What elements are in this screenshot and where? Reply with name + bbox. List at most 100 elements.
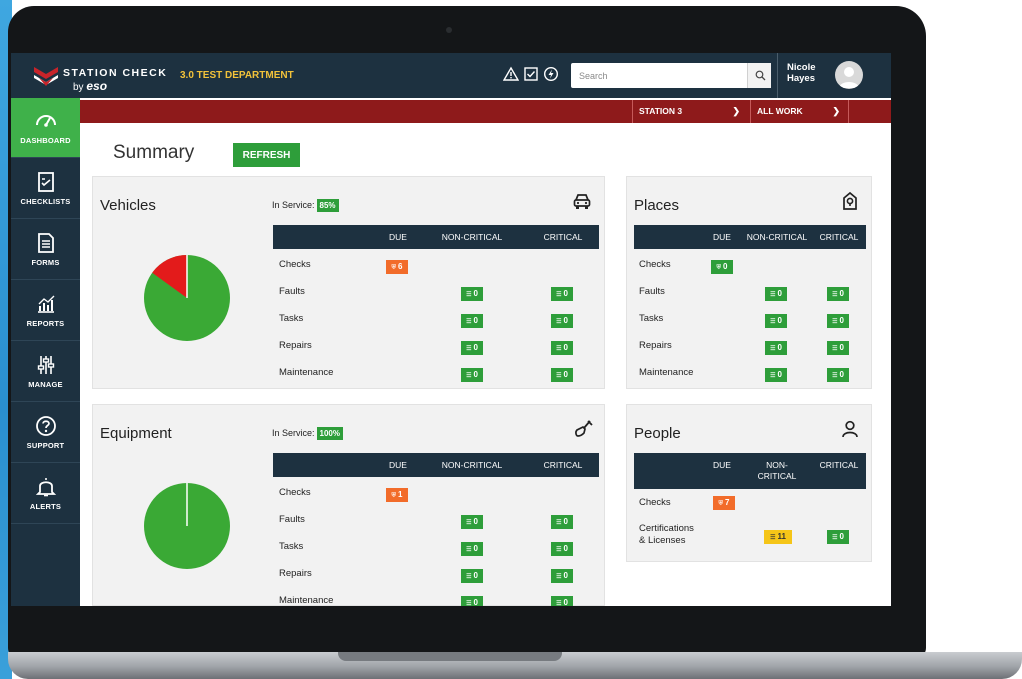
- work-dropdown[interactable]: ALL WORK ❯: [750, 100, 848, 123]
- non-critical-badge[interactable]: ☰ 0: [461, 341, 483, 355]
- non-critical-badge[interactable]: ☰ 0: [765, 341, 787, 355]
- equipment-table-header: DUE NON-CRITICAL CRITICAL: [273, 453, 599, 477]
- due-badge[interactable]: ⛨ 6: [386, 260, 408, 274]
- user-last-name: Hayes: [787, 73, 815, 84]
- badge-count: 0: [473, 370, 478, 379]
- search-input[interactable]: [571, 63, 747, 88]
- badge-count: 0: [563, 289, 568, 298]
- in-service-label: In Service:: [272, 428, 315, 438]
- badge-count: 0: [563, 544, 568, 553]
- sidebar-item-dashboard[interactable]: DASHBOARD: [11, 98, 80, 158]
- vehicles-pie-chart: [144, 255, 230, 341]
- list-icon: ☰: [556, 574, 562, 580]
- critical-badge[interactable]: ☰ 0: [827, 530, 849, 544]
- row-label: Repairs: [639, 340, 672, 351]
- list-icon: ☰: [556, 292, 562, 298]
- badge-count: 0: [777, 343, 782, 352]
- badge-count: 0: [777, 289, 782, 298]
- in-service-badge: 100%: [316, 427, 343, 440]
- places-table-header: DUE NON-CRITICAL CRITICAL: [634, 225, 866, 249]
- list-icon: ☰: [466, 601, 472, 606]
- critical-badge[interactable]: ☰ 0: [551, 341, 573, 355]
- work-dropdown-value: ALL WORK: [757, 106, 803, 116]
- department-name[interactable]: 3.0 TEST DEPARTMENT: [180, 70, 294, 81]
- sidebar-item-label: ALERTS: [29, 502, 62, 511]
- critical-badge[interactable]: ☰ 0: [551, 596, 573, 606]
- badge-count: 0: [839, 370, 844, 379]
- col-non-critical: NON-CRITICAL: [746, 232, 808, 242]
- non-critical-badge[interactable]: ☰ 0: [461, 569, 483, 583]
- critical-badge[interactable]: ☰ 0: [551, 314, 573, 328]
- row-label-line-1: Certifications: [639, 523, 694, 534]
- avatar[interactable]: [835, 61, 863, 89]
- critical-badge[interactable]: ☰ 0: [551, 287, 573, 301]
- row-label: Checks: [639, 497, 671, 508]
- critical-badge[interactable]: ☰ 0: [551, 542, 573, 556]
- col-non-critical-line-2: CRITICAL: [757, 471, 797, 481]
- bolt-icon[interactable]: [543, 66, 559, 82]
- non-critical-badge[interactable]: ☰ 0: [461, 542, 483, 556]
- warning-icon[interactable]: [503, 66, 519, 82]
- critical-badge[interactable]: ☰ 0: [827, 314, 849, 328]
- badge-count: 0: [839, 289, 844, 298]
- badge-count: 0: [563, 598, 568, 606]
- list-icon: ☰: [466, 547, 472, 553]
- map-pin-icon: [843, 191, 857, 210]
- non-critical-badge[interactable]: ☰ 0: [461, 314, 483, 328]
- row-label: Tasks: [639, 313, 664, 324]
- sidebar-item-label: REPORTS: [26, 319, 65, 328]
- sidebar-item-manage[interactable]: MANAGE: [11, 342, 80, 402]
- non-critical-badge[interactable]: ☰ 11: [764, 530, 792, 544]
- shield-icon: ⛨: [391, 265, 397, 271]
- critical-badge[interactable]: ☰ 0: [551, 368, 573, 382]
- non-critical-badge[interactable]: ☰ 0: [765, 314, 787, 328]
- col-non-critical: NON-CRITICAL: [441, 460, 503, 470]
- col-due: DUE: [389, 232, 407, 242]
- station-dropdown[interactable]: STATION 3 ❯: [632, 100, 748, 123]
- sidebar-item-label: SUPPORT: [26, 441, 65, 450]
- critical-badge[interactable]: ☰ 0: [827, 341, 849, 355]
- non-critical-badge[interactable]: ☰ 0: [461, 287, 483, 301]
- sidebar-item-alerts[interactable]: ALERTS: [11, 464, 80, 524]
- due-badge[interactable]: ⛨ 1: [386, 488, 408, 502]
- non-critical-badge[interactable]: ☰ 0: [461, 368, 483, 382]
- car-icon: [573, 194, 591, 209]
- non-critical-badge[interactable]: ☰ 0: [461, 596, 483, 606]
- shovel-icon: [575, 420, 593, 437]
- badge-count: 1: [398, 490, 403, 499]
- list-icon: ☰: [832, 292, 838, 298]
- search-box: [571, 63, 771, 88]
- sidebar-item-checklists[interactable]: CHECKLISTS: [11, 159, 80, 219]
- row-label: Checks: [279, 259, 311, 270]
- list-icon: ☰: [466, 373, 472, 379]
- badge-count: 0: [839, 316, 844, 325]
- critical-badge[interactable]: ☰ 0: [827, 287, 849, 301]
- checkbox-icon[interactable]: [523, 66, 539, 82]
- critical-badge[interactable]: ☰ 0: [551, 569, 573, 583]
- list-icon: ☰: [556, 319, 562, 325]
- row-label: Checks: [639, 259, 671, 270]
- in-service-badge: 85%: [316, 199, 339, 212]
- critical-badge[interactable]: ☰ 0: [551, 515, 573, 529]
- list-icon: ☰: [832, 535, 838, 541]
- sidebar-item-reports[interactable]: REPORTS: [11, 281, 80, 341]
- refresh-button[interactable]: REFRESH: [233, 143, 300, 167]
- sidebar-item-forms[interactable]: FORMS: [11, 220, 80, 280]
- station-bar-divider: [848, 100, 849, 123]
- badge-count: 0: [563, 343, 568, 352]
- due-badge[interactable]: ⛨ 0: [711, 260, 733, 274]
- badge-count: 0: [473, 544, 478, 553]
- non-critical-badge[interactable]: ☰ 0: [461, 515, 483, 529]
- search-button[interactable]: [747, 63, 771, 88]
- non-critical-badge[interactable]: ☰ 0: [765, 287, 787, 301]
- card-title: People: [634, 425, 681, 442]
- chevron-down-icon: ❯: [832, 106, 840, 116]
- non-critical-badge[interactable]: ☰ 0: [765, 368, 787, 382]
- station-bar: STATION 3 ❯ ALL WORK ❯: [80, 100, 891, 123]
- badge-count: 0: [473, 571, 478, 580]
- due-badge[interactable]: ⛨ 7: [713, 496, 735, 510]
- sidebar-item-support[interactable]: SUPPORT: [11, 403, 80, 463]
- critical-badge[interactable]: ☰ 0: [827, 368, 849, 382]
- col-critical: CRITICAL: [543, 460, 583, 470]
- user-name[interactable]: Nicole Hayes: [787, 62, 816, 84]
